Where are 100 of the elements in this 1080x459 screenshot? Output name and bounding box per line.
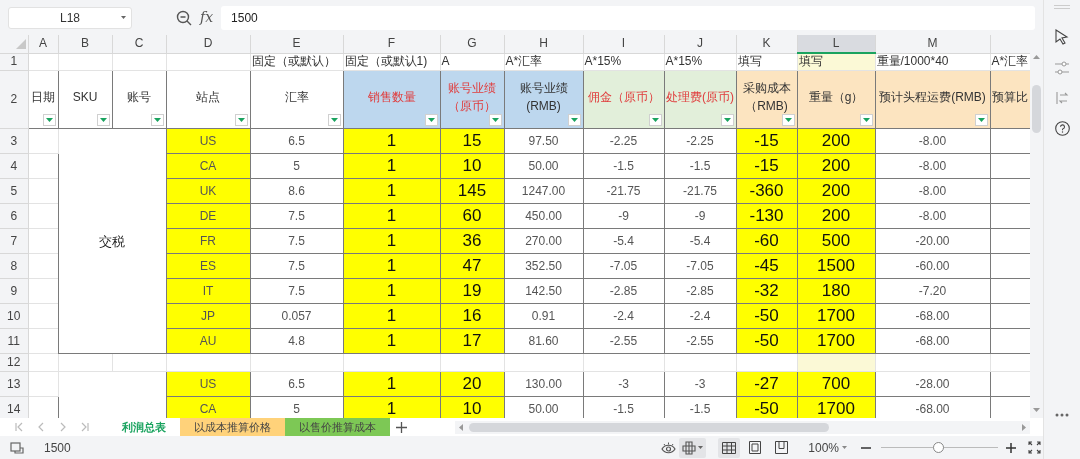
row-number[interactable]: 5 — [0, 178, 28, 203]
fullscreen-icon[interactable] — [1028, 441, 1041, 454]
scroll-left-icon[interactable] — [459, 423, 463, 431]
previous-sheet-icon[interactable] — [36, 422, 46, 432]
more-icon[interactable] — [1055, 413, 1069, 417]
filter-button[interactable] — [234, 113, 248, 126]
table-cell: -9 — [583, 203, 664, 228]
add-sheet-icon[interactable] — [396, 421, 407, 433]
last-sheet-icon[interactable] — [80, 422, 90, 432]
name-box[interactable]: L18 — [8, 6, 132, 29]
freeze-button[interactable] — [679, 437, 707, 458]
caret-icon — [784, 117, 792, 122]
column-header[interactable]: A — [28, 35, 58, 53]
filter-button[interactable] — [96, 113, 110, 126]
column-header[interactable]: G — [440, 35, 504, 53]
table-cell: -5.4 — [583, 228, 664, 253]
column-header[interactable]: K — [736, 35, 797, 53]
scroll-up-icon[interactable] — [1033, 55, 1040, 59]
slider-thumb[interactable] — [933, 442, 945, 453]
table-cell: 200 — [797, 153, 875, 178]
caret-icon — [45, 117, 53, 122]
column-header[interactable]: C — [112, 35, 166, 53]
table-cell: -68.00 — [875, 328, 990, 353]
eye-icon[interactable] — [661, 441, 677, 454]
column-header[interactable]: J — [664, 35, 736, 53]
filter-button[interactable] — [720, 113, 734, 126]
cell-text: A*15% — [665, 54, 703, 68]
filter-button[interactable] — [781, 113, 795, 126]
filter-button[interactable] — [859, 113, 873, 126]
column-header[interactable]: L — [797, 35, 875, 53]
filter-button[interactable] — [424, 113, 438, 126]
row-number[interactable]: 9 — [0, 278, 28, 303]
view-mode-button[interactable] — [718, 437, 741, 458]
cell-text: A*汇率 — [991, 54, 1029, 68]
table-cell: 0.057 — [250, 303, 343, 328]
table-cell: -21.75 — [583, 178, 664, 203]
help-icon[interactable] — [1054, 121, 1070, 136]
table-cell: 1 — [343, 153, 440, 178]
sheet-tab[interactable]: 以成本推算价格 — [180, 418, 285, 436]
scroll-thumb[interactable] — [1032, 85, 1041, 133]
filter-button[interactable] — [488, 113, 502, 126]
record-icon[interactable] — [10, 441, 24, 454]
table-cell: US — [166, 371, 250, 396]
scroll-thumb[interactable] — [469, 422, 829, 432]
horizontal-scrollbar[interactable] — [455, 420, 1030, 434]
next-sheet-icon[interactable] — [58, 422, 68, 432]
caret-icon — [99, 117, 107, 122]
formula-field[interactable]: 1500 — [221, 5, 1035, 30]
function-label[interactable]: fx — [200, 7, 214, 28]
header-cell: 账号 — [112, 70, 166, 128]
table-cell: -2.25 — [583, 128, 664, 153]
table-cell: 1 — [343, 253, 440, 278]
cursor-icon[interactable] — [1055, 29, 1069, 45]
row-number[interactable]: 7 — [0, 228, 28, 253]
column-header[interactable]: E — [250, 35, 343, 53]
cell-value: 1500 — [44, 439, 71, 457]
sliders-icon[interactable] — [1055, 61, 1069, 75]
header-cell: 汇率 — [250, 70, 343, 128]
scroll-down-icon[interactable] — [1033, 408, 1040, 412]
table-cell: 1700 — [797, 303, 875, 328]
column-header[interactable]: M — [875, 35, 990, 53]
layout-icon — [774, 441, 788, 454]
column-header[interactable]: H — [504, 35, 583, 53]
row-number[interactable]: 14 — [0, 396, 28, 418]
filter-button[interactable] — [974, 113, 988, 126]
zoom-dropdown[interactable]: 100% — [808, 438, 847, 457]
column-header[interactable]: I — [583, 35, 664, 53]
table-cell: ES — [166, 253, 250, 278]
column-header[interactable]: B — [58, 35, 112, 53]
table-cell: 1700 — [797, 328, 875, 353]
zoom-icon[interactable] — [176, 9, 192, 26]
filter-button[interactable] — [327, 113, 341, 126]
row-number[interactable]: 11 — [0, 328, 28, 353]
filter-button[interactable] — [150, 113, 164, 126]
table-cell: 1 — [343, 278, 440, 303]
filter-button[interactable] — [648, 113, 662, 126]
column-header[interactable]: F — [343, 35, 440, 53]
page-icon — [749, 441, 762, 454]
row-number[interactable]: 13 — [0, 371, 28, 396]
row-number[interactable]: 8 — [0, 253, 28, 278]
first-sheet-icon[interactable] — [14, 422, 24, 432]
zoom-in-icon[interactable] — [1006, 442, 1016, 453]
caret-icon — [427, 117, 435, 122]
vertical-scrollbar[interactable] — [1030, 35, 1043, 418]
filter-button[interactable] — [567, 113, 581, 126]
caret-icon — [862, 117, 870, 122]
sheet-tab[interactable]: 以售价推算成本 — [285, 418, 390, 436]
row-number[interactable]: 2 — [0, 70, 28, 128]
swap-icon[interactable] — [1055, 91, 1069, 105]
row-number[interactable]: 3 — [0, 128, 28, 153]
row-number[interactable]: 6 — [0, 203, 28, 228]
filter-button[interactable] — [42, 113, 56, 126]
column-header[interactable]: D — [166, 35, 250, 53]
row-number[interactable]: 10 — [0, 303, 28, 328]
scroll-right-icon[interactable] — [1022, 423, 1026, 431]
row-number[interactable]: 4 — [0, 153, 28, 178]
table-cell: IT — [166, 278, 250, 303]
zoom-slider[interactable] — [881, 440, 998, 455]
table-cell: 8.6 — [250, 178, 343, 203]
table-cell: 180 — [797, 278, 875, 303]
